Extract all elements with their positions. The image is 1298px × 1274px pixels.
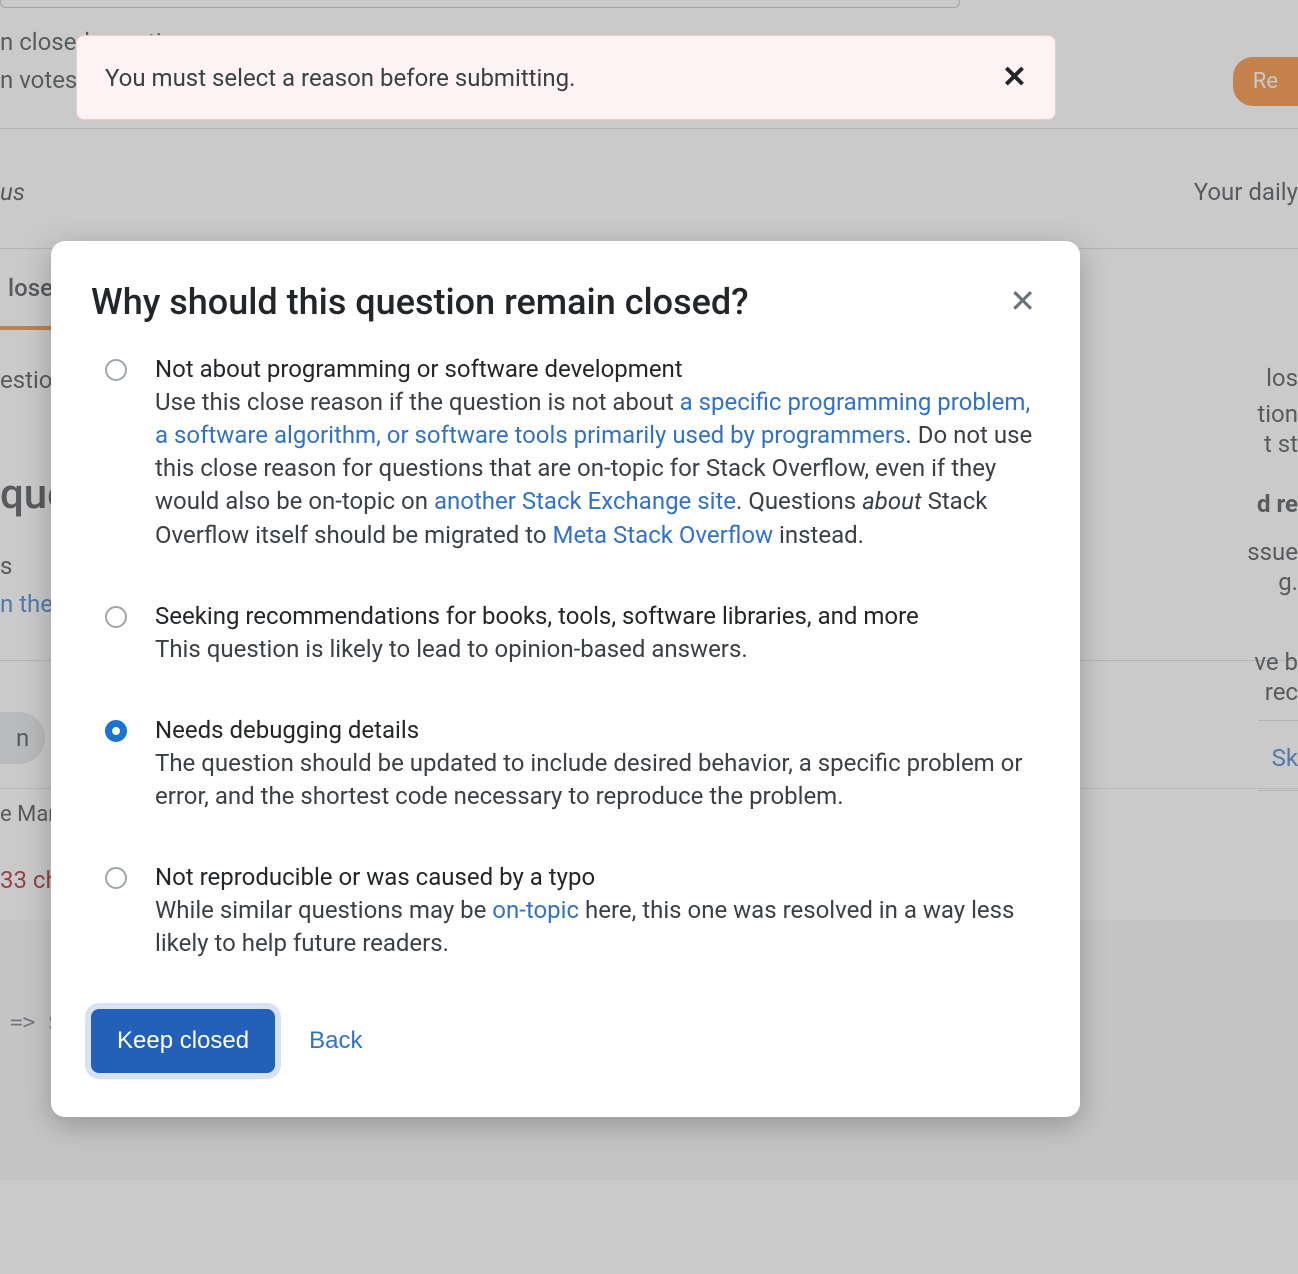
keep-closed-button[interactable]: Keep closed: [91, 1009, 275, 1073]
link-on-topic[interactable]: on-topic: [492, 896, 579, 924]
close-icon: ✕: [1002, 61, 1027, 94]
option-body: Not about programming or software develo…: [155, 353, 1040, 552]
option-seeking-recommendations[interactable]: Seeking recommendations for books, tools…: [105, 600, 1040, 666]
toast-close-button[interactable]: ✕: [1002, 60, 1027, 95]
error-toast: You must select a reason before submitti…: [76, 35, 1056, 120]
modal-title: Why should this question remain closed?: [91, 281, 749, 323]
option-title: Not about programming or software develo…: [155, 353, 1040, 386]
close-reason-modal: Why should this question remain closed? …: [51, 241, 1080, 1117]
close-icon: ✕: [1009, 283, 1036, 319]
modal-close-button[interactable]: ✕: [1005, 281, 1040, 321]
radio-seeking-recommendations[interactable]: [105, 606, 127, 628]
option-title: Seeking recommendations for books, tools…: [155, 600, 919, 633]
back-button[interactable]: Back: [309, 1027, 362, 1055]
radio-not-reproducible-typo[interactable]: [105, 867, 127, 889]
radio-not-programming[interactable]: [105, 359, 127, 381]
option-not-programming[interactable]: Not about programming or software develo…: [105, 353, 1040, 552]
option-description: Use this close reason if the question is…: [155, 386, 1040, 552]
modal-footer: Keep closed Back: [91, 1009, 1040, 1073]
option-description: This question is likely to lead to opini…: [155, 633, 919, 666]
option-body: Needs debugging details The question sho…: [155, 714, 1040, 813]
italic-about: about: [862, 487, 921, 515]
option-not-reproducible-typo[interactable]: Not reproducible or was caused by a typo…: [105, 861, 1040, 960]
option-title: Needs debugging details: [155, 714, 1040, 747]
link-another-se-site[interactable]: another Stack Exchange site: [434, 487, 736, 515]
option-needs-debugging-details[interactable]: Needs debugging details The question sho…: [105, 714, 1040, 813]
link-meta-so[interactable]: Meta Stack Overflow: [553, 521, 774, 549]
radio-needs-debugging-details[interactable]: [105, 720, 127, 742]
option-body: Not reproducible or was caused by a typo…: [155, 861, 1040, 960]
toast-message: You must select a reason before submitti…: [105, 64, 575, 92]
option-description: While similar questions may be on-topic …: [155, 894, 1040, 960]
close-reason-options: Not about programming or software develo…: [91, 353, 1040, 961]
modal-header: Why should this question remain closed? …: [91, 281, 1040, 323]
option-description: The question should be updated to includ…: [155, 747, 1040, 813]
option-body: Seeking recommendations for books, tools…: [155, 600, 919, 666]
option-title: Not reproducible or was caused by a typo: [155, 861, 1040, 894]
